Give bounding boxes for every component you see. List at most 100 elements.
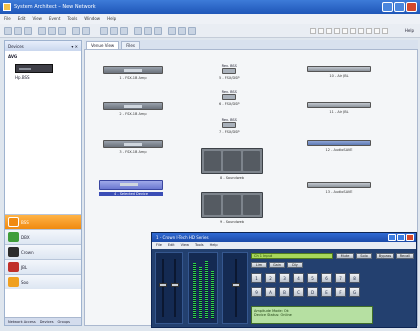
toolbar-help-label[interactable]: Help bbox=[405, 28, 414, 33]
cw-close-button[interactable] bbox=[406, 234, 414, 241]
gain-button[interactable]: Gain bbox=[269, 262, 285, 268]
cw-menu-help[interactable]: Help bbox=[210, 243, 218, 248]
menu-view[interactable]: View bbox=[32, 16, 42, 24]
canvas-device-dsp[interactable]: Rev. BSS 5 - FSX/DSP bbox=[219, 64, 240, 80]
canvas-device-dsp[interactable]: Rev. BSS 6 - FSX/DSP bbox=[219, 90, 240, 106]
amp-body[interactable] bbox=[103, 66, 163, 74]
speaker-body[interactable] bbox=[201, 192, 263, 218]
canvas-device-selected[interactable]: 4 - Selected Device bbox=[99, 180, 163, 196]
delay-button[interactable]: Dly bbox=[287, 262, 303, 268]
query-box-1[interactable] bbox=[310, 28, 316, 34]
paste-icon[interactable] bbox=[58, 27, 66, 35]
grid-icon[interactable] bbox=[168, 27, 176, 35]
cw-menu-edit[interactable]: Edit bbox=[168, 243, 175, 248]
fader-knob[interactable] bbox=[159, 283, 167, 288]
wide-body[interactable] bbox=[307, 182, 371, 188]
undo-icon[interactable] bbox=[72, 27, 80, 35]
pad-key[interactable]: F bbox=[335, 287, 346, 297]
new-icon[interactable] bbox=[4, 27, 12, 35]
menu-file[interactable]: File bbox=[4, 16, 11, 24]
cut-icon[interactable] bbox=[38, 27, 46, 35]
pad-key[interactable]: 3 bbox=[279, 273, 290, 283]
control-window-titlebar[interactable]: 1 - Crown I-Tech HD Series bbox=[152, 233, 416, 242]
menu-edit[interactable]: Edit bbox=[18, 16, 26, 24]
canvas-device-wide[interactable]: 11 - Air JBL bbox=[307, 102, 371, 114]
wide-body[interactable] bbox=[307, 66, 371, 72]
maximize-button[interactable] bbox=[394, 2, 405, 12]
pad-key[interactable]: 8 bbox=[349, 273, 360, 283]
tab-files[interactable]: Files bbox=[121, 41, 140, 49]
canvas-device-wide[interactable]: 10 - Air JBL bbox=[307, 66, 371, 78]
pad-key[interactable]: 1 bbox=[251, 273, 262, 283]
pad-key[interactable]: 6 bbox=[321, 273, 332, 283]
speaker-body[interactable] bbox=[201, 148, 263, 174]
tab-groups[interactable]: Groups bbox=[58, 320, 70, 324]
category-dbx[interactable]: DBX bbox=[5, 229, 81, 244]
copy-icon[interactable] bbox=[48, 27, 56, 35]
dsp-body[interactable] bbox=[222, 122, 237, 128]
bypass-button[interactable]: Bypass bbox=[376, 253, 394, 259]
canvas-device-amp[interactable]: 3 - FSX-1B Amp bbox=[103, 140, 163, 154]
pointer-icon[interactable] bbox=[120, 27, 128, 35]
pad-key[interactable]: 9 bbox=[251, 287, 262, 297]
limiter-button[interactable]: Lim bbox=[251, 262, 267, 268]
query-box-2[interactable] bbox=[318, 28, 324, 34]
query-box-6[interactable] bbox=[350, 28, 356, 34]
canvas-device-speaker[interactable]: 9 - Soundweb bbox=[201, 192, 263, 224]
pin-icon[interactable]: ▾ ✕ bbox=[71, 44, 78, 49]
query-box-7[interactable] bbox=[358, 28, 364, 34]
menu-window[interactable]: Window bbox=[84, 16, 100, 24]
cw-menu-view[interactable]: View bbox=[181, 243, 189, 248]
tab-devices[interactable]: Devices bbox=[40, 320, 54, 324]
canvas-device-speaker[interactable]: 8 - Soundweb bbox=[201, 148, 263, 180]
fader-knob[interactable] bbox=[232, 283, 240, 288]
open-icon[interactable] bbox=[14, 27, 22, 35]
pad-key[interactable]: 5 bbox=[307, 273, 318, 283]
query-box-8[interactable] bbox=[366, 28, 372, 34]
tab-network-access[interactable]: Network Access bbox=[8, 320, 36, 324]
cw-menu-tools[interactable]: Tools bbox=[195, 243, 204, 248]
menu-event[interactable]: Event bbox=[49, 16, 60, 24]
pad-key[interactable]: C bbox=[293, 287, 304, 297]
category-bss[interactable]: BSS bbox=[5, 214, 81, 229]
query-box-9[interactable] bbox=[374, 28, 380, 34]
category-soo[interactable]: Soo bbox=[5, 274, 81, 289]
cw-menu-file[interactable]: File bbox=[156, 243, 162, 248]
selected-body[interactable] bbox=[99, 180, 163, 190]
dsp-body[interactable] bbox=[222, 68, 237, 74]
canvas-device-amp[interactable]: 2 - FSX-1B Amp bbox=[103, 102, 163, 116]
query-box-5[interactable] bbox=[342, 28, 348, 34]
fader-knob[interactable] bbox=[171, 283, 179, 288]
align-left-icon[interactable] bbox=[134, 27, 142, 35]
category-jbl[interactable]: JBL bbox=[5, 259, 81, 274]
cw-maximize-button[interactable] bbox=[397, 234, 405, 241]
menu-tools[interactable]: Tools bbox=[67, 16, 77, 24]
canvas-device-wide[interactable]: 12 - AudioSAVE bbox=[307, 140, 371, 152]
redo-icon[interactable] bbox=[82, 27, 90, 35]
category-crown[interactable]: Crown bbox=[5, 244, 81, 259]
link-icon[interactable] bbox=[178, 27, 186, 35]
amp-body[interactable] bbox=[103, 140, 163, 148]
device-thumbnail[interactable] bbox=[15, 64, 53, 73]
pad-key[interactable]: 7 bbox=[335, 273, 346, 283]
solo-button[interactable]: Solo bbox=[356, 253, 372, 259]
tab-venue-view[interactable]: Venue View bbox=[86, 41, 120, 49]
menu-help[interactable]: Help bbox=[107, 16, 116, 24]
close-button[interactable] bbox=[406, 2, 417, 12]
pad-key[interactable]: 4 bbox=[293, 273, 304, 283]
align-right-icon[interactable] bbox=[154, 27, 162, 35]
query-box-10[interactable] bbox=[382, 28, 388, 34]
recall-button[interactable]: Recall bbox=[396, 253, 414, 259]
query-box-4[interactable] bbox=[334, 28, 340, 34]
zoom-out-icon[interactable] bbox=[110, 27, 118, 35]
pad-key[interactable]: G bbox=[349, 287, 360, 297]
query-box-3[interactable] bbox=[326, 28, 332, 34]
zoom-in-icon[interactable] bbox=[100, 27, 108, 35]
pad-key[interactable]: A bbox=[265, 287, 276, 297]
canvas-device-amp[interactable]: 1 - FSX-1B Amp bbox=[103, 66, 163, 80]
pad-key[interactable]: B bbox=[279, 287, 290, 297]
canvas-device-wide[interactable]: 13 - AudioSAVE bbox=[307, 182, 371, 194]
pad-key[interactable]: E bbox=[321, 287, 332, 297]
pad-key[interactable]: D bbox=[307, 287, 318, 297]
pad-key[interactable]: 2 bbox=[265, 273, 276, 283]
